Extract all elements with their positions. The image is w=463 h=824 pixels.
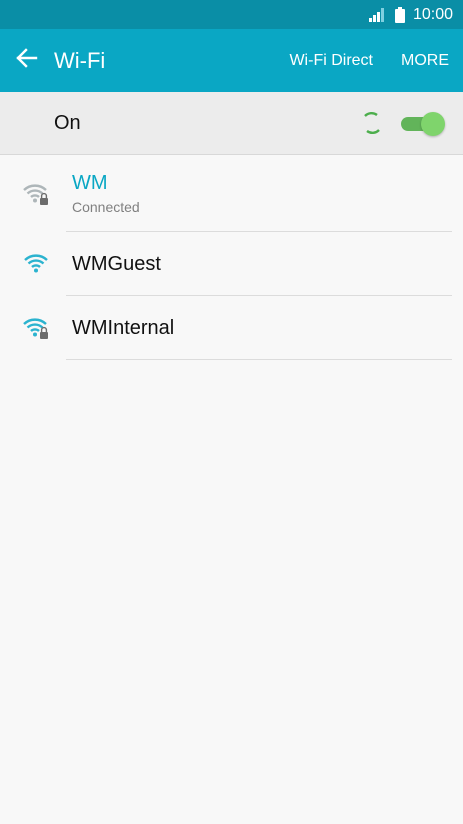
network-name: WM <box>72 172 108 194</box>
wifi-direct-button[interactable]: Wi-Fi Direct <box>275 29 387 92</box>
network-name: WMGuest <box>72 252 161 275</box>
status-bar: 10:00 <box>0 0 463 29</box>
battery-icon <box>394 6 405 23</box>
back-button[interactable] <box>0 29 54 92</box>
wifi-master-switch-row[interactable]: On <box>0 92 463 155</box>
wifi-locked-icon <box>0 182 72 206</box>
network-item-wminternal[interactable]: WMInternal <box>0 296 463 360</box>
signal-icon <box>368 7 385 22</box>
wifi-locked-icon <box>0 316 72 340</box>
clock: 10:00 <box>412 5 453 23</box>
network-list: WM Connected WMGuest WMInternal <box>0 155 463 360</box>
wifi-toggle[interactable] <box>401 112 445 136</box>
app-bar: Wi-Fi Wi-Fi Direct MORE <box>0 29 463 92</box>
network-name: WMInternal <box>72 316 175 339</box>
arrow-left-icon <box>16 48 38 73</box>
scanning-spinner-icon <box>361 110 383 136</box>
wifi-icon <box>0 252 72 276</box>
network-item-wmguest[interactable]: WMGuest <box>0 232 463 296</box>
network-item-wm[interactable]: WM Connected <box>0 155 463 232</box>
network-status: Connected <box>72 199 140 215</box>
page-title: Wi-Fi <box>54 47 106 73</box>
wifi-state-label: On <box>54 111 81 134</box>
divider <box>66 359 452 360</box>
more-button[interactable]: MORE <box>387 29 463 92</box>
